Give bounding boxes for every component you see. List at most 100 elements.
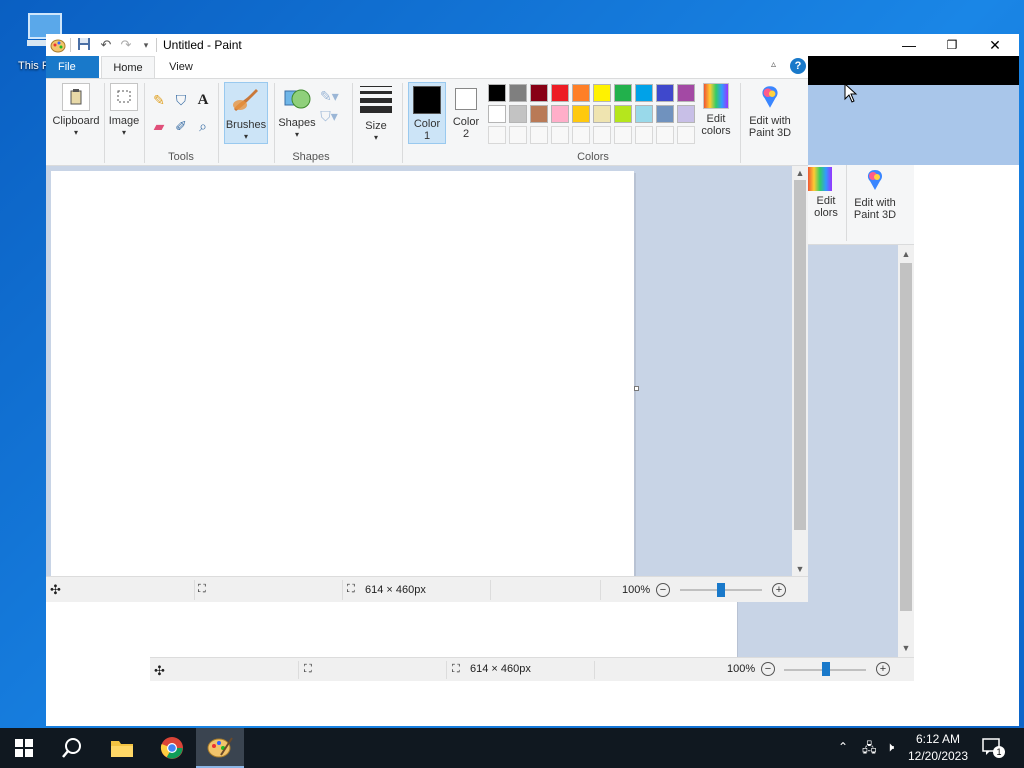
maximize-button[interactable]: ❐ [932, 34, 972, 56]
palette-custom-swatch[interactable] [551, 126, 569, 144]
clipboard-button[interactable]: Clipboard ▾ [50, 83, 102, 147]
palette-color-swatch[interactable] [593, 105, 611, 123]
palette-custom-swatch[interactable] [488, 126, 506, 144]
chevron-up-icon[interactable]: ▲ [792, 166, 808, 180]
palette-custom-swatch[interactable] [656, 126, 674, 144]
chevron-up-icon[interactable]: ▲ [898, 247, 914, 261]
color-picker-icon[interactable]: ✐ [172, 117, 190, 135]
palette-color-swatch[interactable] [635, 105, 653, 123]
customize-toolbar-icon[interactable]: ▾ [138, 37, 154, 53]
folder-icon [111, 741, 133, 757]
brushes-button[interactable]: Brushes ▾ [224, 82, 268, 144]
paint-taskbar-button[interactable] [196, 728, 244, 768]
show-hidden-icons-icon[interactable]: ⌃ [838, 740, 848, 754]
color1-button[interactable]: Color 1 [408, 82, 446, 144]
zoom-in-button[interactable]: + [772, 583, 786, 597]
palette-color-swatch[interactable] [551, 105, 569, 123]
tab-view[interactable]: View [159, 56, 203, 78]
palette-color-swatch[interactable] [656, 105, 674, 123]
bg-status-divider [446, 661, 447, 679]
fill-icon[interactable]: ⛉ [172, 91, 190, 109]
bg-zoom-out-button[interactable]: − [761, 662, 775, 676]
tab-home[interactable]: Home [101, 56, 155, 78]
network-icon[interactable]: 🖧 [862, 739, 877, 761]
status-bar: ✣ ⛶ ⛶ 614 × 460px 100% − + [46, 576, 808, 602]
canvas-resize-handle[interactable] [634, 386, 639, 391]
bg-edit-colors-button[interactable]: Edit olors [808, 167, 844, 219]
notifications-button[interactable]: 1 [982, 738, 1005, 758]
bg-zoom-slider-thumb[interactable] [822, 662, 830, 676]
palette-custom-swatch[interactable] [509, 126, 527, 144]
palette-custom-swatch[interactable] [614, 126, 632, 144]
title-bar[interactable]: ↶ ↷ ▾ Untitled - Paint — ❐ ✕ [46, 34, 1019, 56]
scroll-thumb[interactable] [794, 180, 806, 530]
palette-color-swatch[interactable] [572, 84, 590, 102]
magnifier-icon[interactable]: ⌕ [194, 117, 212, 135]
palette-custom-swatch[interactable] [572, 126, 590, 144]
zoom-slider-thumb[interactable] [717, 583, 725, 597]
palette-color-swatch[interactable] [509, 84, 527, 102]
outline-icon[interactable]: ✎▾ [320, 87, 339, 105]
palette-color-swatch[interactable] [677, 105, 695, 123]
edit-colors-button[interactable]: Edit colors [696, 83, 736, 147]
selection-size-icon: ⛶ [198, 583, 206, 595]
close-button[interactable]: ✕ [975, 34, 1015, 56]
text-icon[interactable]: A [194, 91, 212, 109]
image-button[interactable]: Image ▾ [106, 83, 142, 147]
zoom-out-button[interactable]: − [656, 583, 670, 597]
volume-muted-icon[interactable]: 🕨 [886, 739, 894, 755]
palette-color-swatch[interactable] [530, 105, 548, 123]
chevron-down-icon[interactable]: ▼ [792, 562, 808, 576]
color2-button[interactable]: Color 2 [448, 82, 484, 144]
edit-with-paint3d-button[interactable]: Edit with Paint 3D [744, 83, 796, 147]
shape-fill-icon[interactable]: ⛉▾ [320, 107, 338, 125]
undo-icon[interactable]: ↶ [98, 37, 114, 53]
chevron-down-icon[interactable]: ▼ [898, 641, 914, 655]
palette-color-swatch[interactable] [614, 105, 632, 123]
bg-zoom-in-button[interactable]: + [876, 662, 890, 676]
canvas-size-icon: ⛶ [347, 583, 355, 595]
palette-color-swatch[interactable] [509, 105, 527, 123]
palette-custom-swatch[interactable] [677, 126, 695, 144]
eraser-icon[interactable]: ▰ [150, 117, 168, 135]
palette-color-swatch[interactable] [614, 84, 632, 102]
palette-color-swatch[interactable] [488, 105, 506, 123]
pencil-icon[interactable]: ✎ [150, 91, 168, 109]
canvas-area [46, 166, 792, 576]
color2-label-line1: Color [452, 116, 480, 128]
collapse-ribbon-icon[interactable]: ▵ [771, 59, 776, 70]
palette-color-swatch[interactable] [551, 84, 569, 102]
tab-file[interactable]: File [46, 56, 99, 78]
palette-color-swatch[interactable] [593, 84, 611, 102]
chrome-button[interactable] [148, 728, 196, 768]
palette-color-swatch[interactable] [572, 105, 590, 123]
background-scroll-thumb[interactable] [900, 263, 912, 611]
zoom-level: 100% [622, 584, 651, 596]
palette-color-swatch[interactable] [488, 84, 506, 102]
palette-color-swatch[interactable] [677, 84, 695, 102]
start-button[interactable] [0, 728, 48, 768]
help-icon[interactable]: ? [790, 58, 806, 74]
drawing-canvas[interactable] [51, 171, 634, 576]
color2-swatch [455, 88, 477, 110]
clock[interactable]: 6:12 AM 12/20/2023 [906, 732, 970, 763]
vertical-scrollbar[interactable]: ▲ ▼ [792, 166, 808, 576]
move-icon: ✣ [154, 663, 165, 678]
color-palette [488, 84, 698, 148]
background-vertical-scrollbar[interactable]: ▲ ▼ [898, 245, 914, 657]
file-explorer-button[interactable] [98, 728, 146, 768]
redo-icon[interactable]: ↷ [118, 37, 134, 53]
minimize-button[interactable]: — [889, 34, 929, 56]
palette-custom-swatch[interactable] [635, 126, 653, 144]
save-icon[interactable] [76, 37, 92, 53]
bg-edit-paint3d-button[interactable]: Edit with Paint 3D [848, 167, 902, 221]
palette-color-swatch[interactable] [635, 84, 653, 102]
shapes-button[interactable]: Shapes ▾ [278, 83, 316, 147]
palette-color-swatch[interactable] [656, 84, 674, 102]
search-button[interactable] [48, 728, 96, 768]
palette-custom-swatch[interactable] [530, 126, 548, 144]
size-button[interactable]: Size ▾ [356, 83, 396, 147]
bg-separator [846, 165, 847, 241]
palette-custom-swatch[interactable] [593, 126, 611, 144]
palette-color-swatch[interactable] [530, 84, 548, 102]
